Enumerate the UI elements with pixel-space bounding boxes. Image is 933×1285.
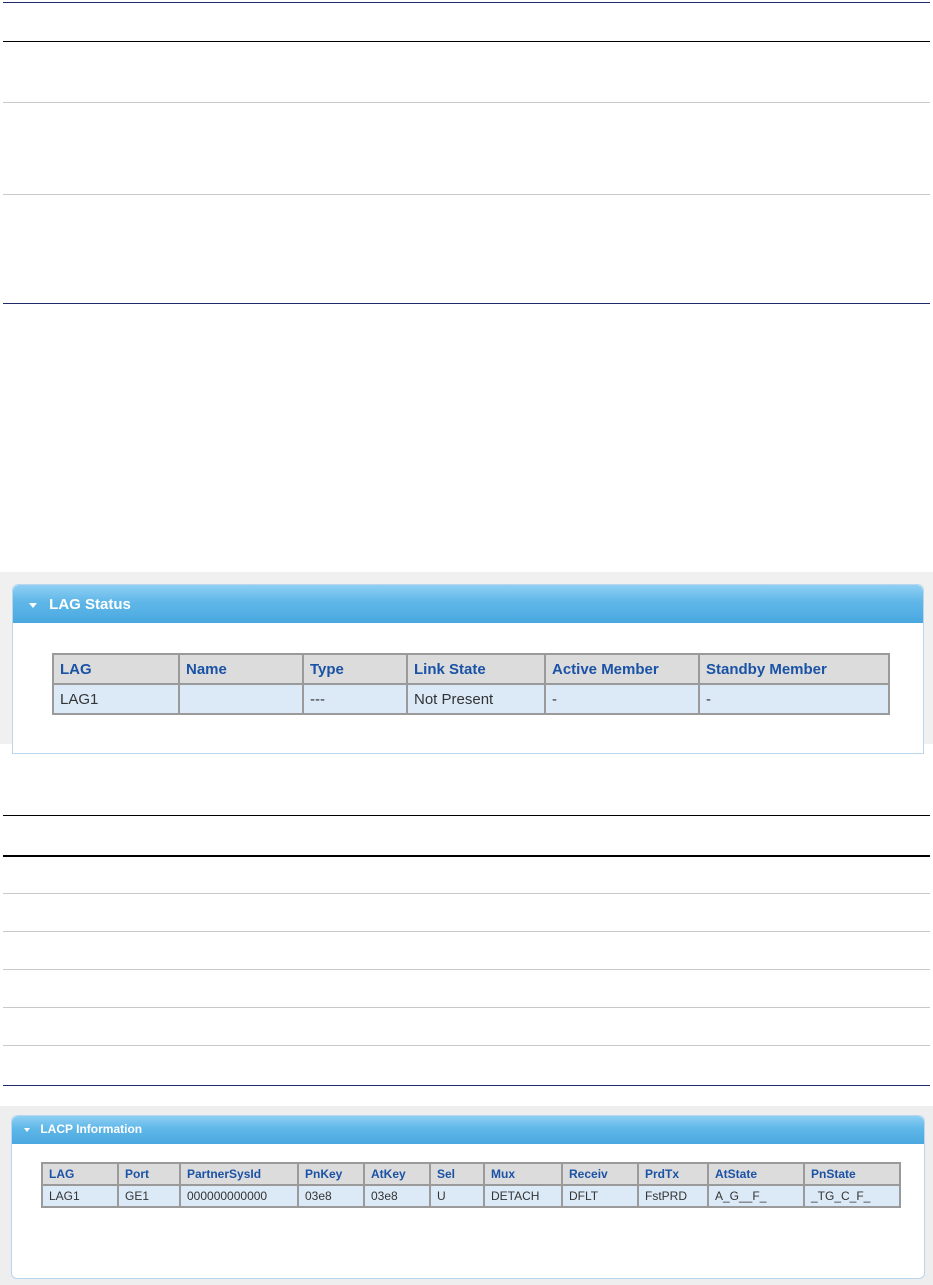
column-header: Link State <box>406 653 546 685</box>
table-cell: LAG1 <box>52 683 180 715</box>
table-cell: - <box>698 683 890 715</box>
table-header-row: LAG Name Type Link State Active Member Standb… <box>52 653 890 685</box>
table-row: LAG1 GE1 000000000000 03e8 03e8 U DETACH DFLT Fs… <box>41 1184 901 1208</box>
table-header-row: LAG Port PartnerSysId PnKey AtKey Sel Mux Recei… <box>41 1162 901 1186</box>
column-header: AtKey <box>363 1162 431 1186</box>
doc-rule <box>3 1007 930 1008</box>
table-cell: GE1 <box>117 1184 181 1208</box>
column-header: Type <box>302 653 408 685</box>
table-cell: 03e8 <box>363 1184 431 1208</box>
column-header: AtState <box>707 1162 805 1186</box>
table-cell: --- <box>302 683 408 715</box>
table-cell: DETACH <box>483 1184 563 1208</box>
table-cell: DFLT <box>561 1184 639 1208</box>
column-header: Port <box>117 1162 181 1186</box>
doc-rule <box>3 893 930 894</box>
table-cell: LAG1 <box>41 1184 119 1208</box>
lacp-information-screenshot: LACP Information LAG Port PartnerSysId PnKe… <box>0 1106 933 1285</box>
table-cell: _TG_C_F_ <box>803 1184 901 1208</box>
doc-rule <box>3 303 930 304</box>
doc-rule <box>3 1085 930 1086</box>
table-cell: FstPRD <box>637 1184 709 1208</box>
column-header: Active Member <box>544 653 700 685</box>
column-header: LAG <box>52 653 180 685</box>
column-header: Standby Member <box>698 653 890 685</box>
table-cell: - <box>544 683 700 715</box>
table-cell: 03e8 <box>297 1184 365 1208</box>
column-header: Name <box>178 653 304 685</box>
column-header: Mux <box>483 1162 563 1186</box>
panel-title: LACP Information <box>40 1122 143 1136</box>
panel-title: LAG Status <box>49 596 131 613</box>
lag-status-panel: LAG Status LAG Name Type Link State Active M… <box>12 584 924 754</box>
lag-status-panel-header[interactable]: LAG Status <box>13 585 923 623</box>
doc-rule <box>3 855 930 857</box>
column-header: PrdTx <box>637 1162 709 1186</box>
lag-status-table: LAG Name Type Link State Active Member Standb… <box>52 653 890 715</box>
doc-rule <box>3 969 930 970</box>
doc-rule <box>3 41 930 42</box>
doc-rule <box>3 102 930 103</box>
column-header: Receiv <box>561 1162 639 1186</box>
doc-rule <box>3 194 930 195</box>
lag-status-screenshot: LAG Status LAG Name Type Link State Active M… <box>0 572 933 754</box>
lacp-information-panel: LACP Information LAG Port PartnerSysId PnKe… <box>11 1115 925 1279</box>
table-cell: 000000000000 <box>179 1184 299 1208</box>
collapse-caret-icon[interactable] <box>29 602 37 608</box>
collapse-caret-icon[interactable] <box>24 1127 30 1132</box>
column-header: PartnerSysId <box>179 1162 299 1186</box>
column-header: Sel <box>429 1162 485 1186</box>
table-cell: U <box>429 1184 485 1208</box>
table-cell: A_G__F_ <box>707 1184 805 1208</box>
table-row: LAG1 --- Not Present - - <box>52 683 890 715</box>
column-header: LAG <box>41 1162 119 1186</box>
doc-rule <box>3 815 930 816</box>
lacp-information-panel-header[interactable]: LACP Information <box>12 1116 924 1144</box>
table-cell: Not Present <box>406 683 546 715</box>
lacp-information-table: LAG Port PartnerSysId PnKey AtKey Sel Mux Recei… <box>41 1162 901 1208</box>
column-header: PnState <box>803 1162 901 1186</box>
doc-rule <box>3 2 930 3</box>
doc-rule <box>3 1045 930 1046</box>
column-header: PnKey <box>297 1162 365 1186</box>
doc-rule <box>3 931 930 932</box>
table-cell <box>178 683 304 715</box>
